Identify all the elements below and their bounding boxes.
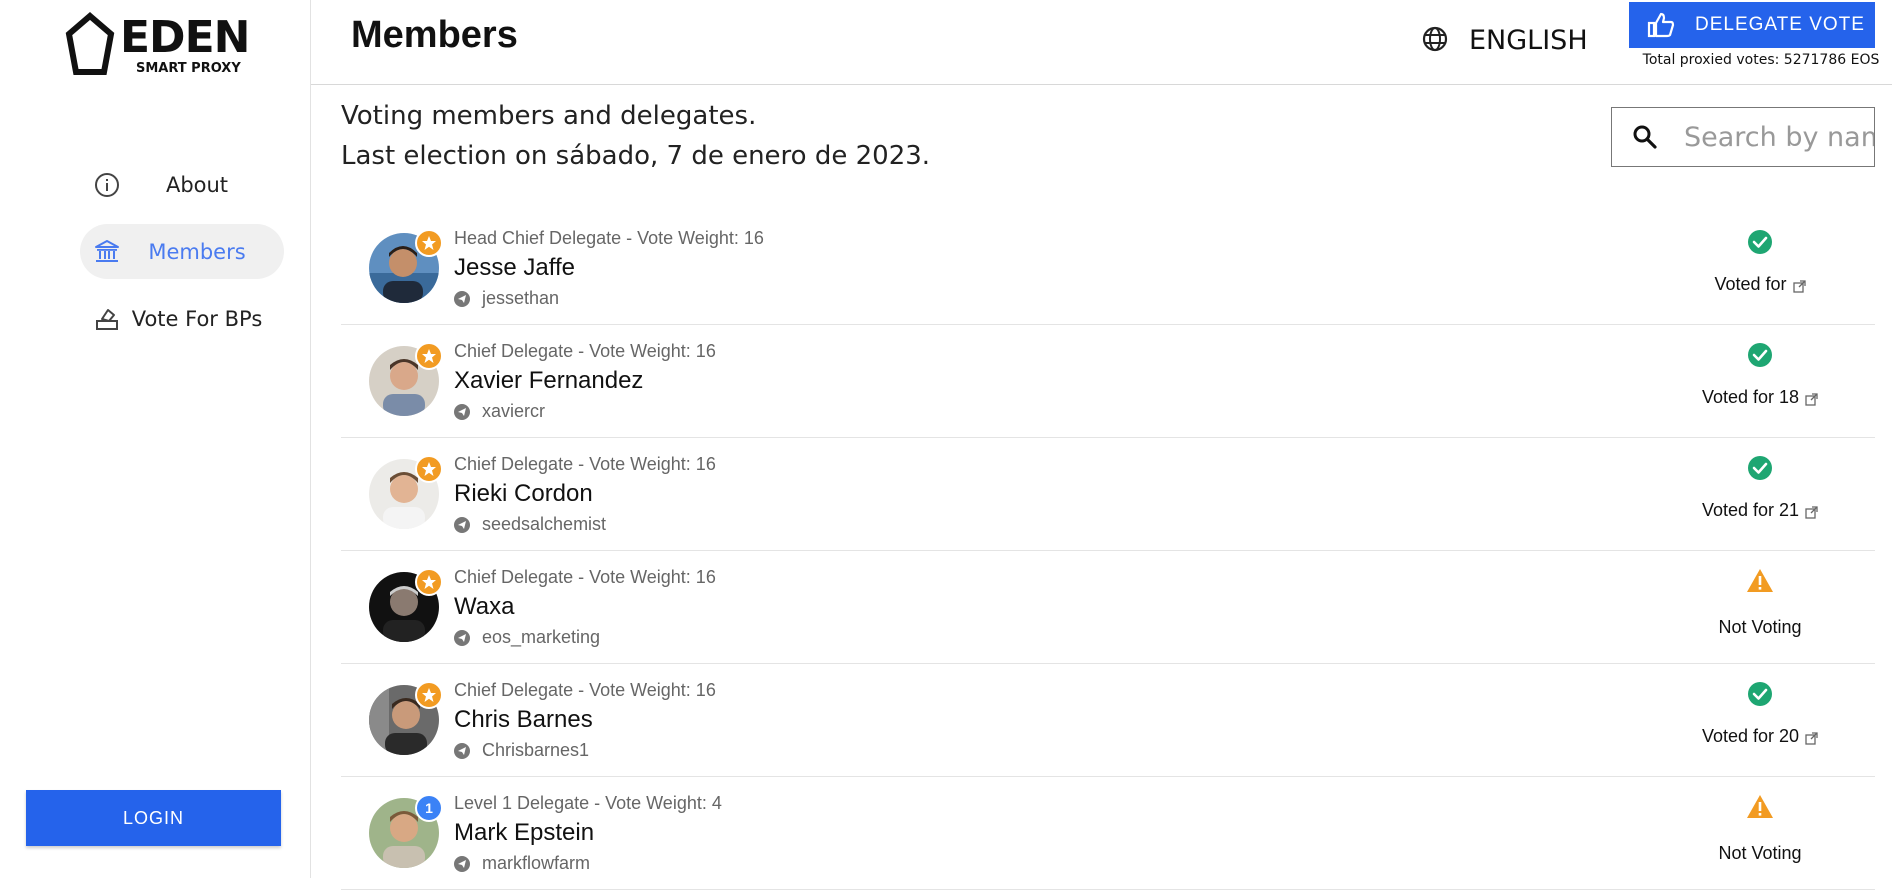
member-role: Chief Delegate - Vote Weight: 16 (454, 680, 716, 700)
language-label: ENGLISH (1469, 24, 1588, 56)
voted-for-link[interactable]: Voted for 18 (1645, 387, 1875, 408)
member-row[interactable]: Head Chief Delegate - Vote Weight: 16 Je… (341, 212, 1875, 325)
level-1-badge: 1 (415, 794, 443, 822)
vote-status-text: Voted for 20 (1701, 726, 1800, 746)
logo-wordmark: EDEN (120, 12, 250, 63)
member-name: Rieki Cordon (454, 480, 593, 507)
member-name: Chris Barnes (454, 706, 593, 733)
external-link-icon (1805, 732, 1818, 745)
check-circle-icon (1746, 454, 1774, 482)
vote-status: Not Voting (1645, 551, 1875, 663)
telegram-icon (454, 290, 470, 307)
intro-text: Voting members and delegates. Last elect… (341, 96, 930, 176)
eden-logo[interactable]: EDEN SMART PROXY (64, 12, 250, 80)
info-icon (93, 171, 121, 199)
telegram-handle: eos_marketing (482, 627, 601, 647)
member-name: Xavier Fernandez (454, 367, 644, 394)
login-button[interactable]: LOGIN (26, 790, 281, 846)
sidebar-item-vote-for-bps[interactable]: Vote For BPs (80, 291, 284, 346)
sidebar: EDEN SMART PROXY About Members Vote For … (0, 0, 311, 878)
member-role: Chief Delegate - Vote Weight: 16 (454, 454, 716, 474)
vote-status-text: Not Voting (1718, 843, 1802, 863)
last-election-date: Last election on sábado, 7 de enero de 2… (341, 141, 931, 171)
vote-status-text: Voted for (1714, 274, 1787, 294)
chief-delegate-star-badge (415, 229, 443, 257)
intro-line-1: Voting members and delegates. (341, 101, 757, 131)
member-row[interactable]: Chief Delegate - Vote Weight: 16 Chris B… (341, 664, 1875, 777)
chief-delegate-star-badge (415, 681, 443, 709)
telegram-icon (454, 516, 470, 533)
total-proxied-votes: Total proxied votes: 5271786 EOS (1642, 52, 1880, 68)
sidebar-item-members[interactable]: Members (80, 224, 284, 279)
globe-icon (1421, 25, 1451, 55)
page-title: Members (351, 14, 518, 56)
pentagon-logo-icon (65, 12, 115, 75)
sidebar-nav: About Members Vote For BPs (80, 157, 284, 358)
logo-subtitle: SMART PROXY (136, 61, 241, 76)
voted-for-link[interactable]: Voted for (1645, 274, 1875, 295)
member-row[interactable]: Chief Delegate - Vote Weight: 16 Rieki C… (341, 438, 1875, 551)
member-row[interactable]: Chief Delegate - Vote Weight: 16 Xavier … (341, 325, 1875, 438)
voted-for-link[interactable]: Voted for 21 (1645, 500, 1875, 521)
member-row[interactable]: Chief Delegate - Vote Weight: 16 Waxa eo… (341, 551, 1875, 664)
telegram-icon (454, 855, 470, 872)
member-name: Mark Epstein (454, 819, 595, 846)
telegram-handle: Chrisbarnes1 (482, 740, 590, 760)
telegram-handle-link[interactable]: Chrisbarnes1 (454, 740, 589, 761)
external-link-icon (1805, 506, 1818, 519)
voted-for-link[interactable]: Voted for 20 (1645, 726, 1875, 747)
vote-status: Voted for 20 (1645, 664, 1875, 776)
telegram-handle-link[interactable]: seedsalchemist (454, 514, 606, 535)
vote-status-text: Voted for 21 (1701, 500, 1800, 520)
telegram-handle-link[interactable]: markflowfarm (454, 853, 590, 874)
search-box (1611, 107, 1876, 167)
bank-icon (93, 238, 121, 266)
check-circle-icon (1746, 341, 1774, 369)
external-link-icon (1805, 393, 1818, 406)
vote-status: Voted for (1645, 212, 1875, 324)
thumbs-up-icon (1647, 11, 1675, 39)
telegram-icon (454, 403, 470, 420)
vote-status: Voted for 18 (1645, 325, 1875, 437)
member-role: Chief Delegate - Vote Weight: 16 (454, 341, 716, 361)
vote-status-label: Not Voting (1645, 617, 1875, 638)
chief-delegate-star-badge (415, 568, 443, 596)
vote-status: Voted for 21 (1645, 438, 1875, 550)
telegram-handle: jessethan (482, 288, 560, 308)
sidebar-item-about[interactable]: About (80, 157, 284, 212)
vote-status: Not Voting (1645, 777, 1875, 889)
telegram-icon (454, 629, 470, 646)
vote-status-label: Not Voting (1645, 843, 1875, 864)
members-list: Head Chief Delegate - Vote Weight: 16 Je… (341, 212, 1875, 890)
member-role: Chief Delegate - Vote Weight: 16 (454, 567, 716, 587)
telegram-handle-link[interactable]: xaviercr (454, 401, 545, 422)
top-header: Members ENGLISH DELEGATE VOTE Total prox… (311, 0, 1892, 85)
telegram-handle-link[interactable]: jessethan (454, 288, 559, 309)
check-circle-icon (1746, 680, 1774, 708)
delegate-vote-button[interactable]: DELEGATE VOTE (1629, 2, 1875, 48)
warning-icon (1746, 567, 1774, 595)
vote-status-text: Voted for 18 (1701, 387, 1800, 407)
chief-delegate-star-badge (415, 342, 443, 370)
telegram-handle: xaviercr (482, 401, 546, 421)
delegate-vote-label: DELEGATE VOTE (1695, 14, 1865, 35)
member-row[interactable]: 1 Level 1 Delegate - Vote Weight: 4 Mark… (341, 777, 1875, 890)
search-icon (1632, 124, 1658, 150)
vote-status-text: Not Voting (1718, 617, 1802, 637)
member-name: Jesse Jaffe (454, 254, 575, 281)
telegram-handle: seedsalchemist (482, 514, 607, 534)
ballot-icon (93, 305, 121, 333)
warning-icon (1746, 793, 1774, 821)
member-name: Waxa (454, 593, 515, 620)
telegram-icon (454, 742, 470, 759)
member-role: Level 1 Delegate - Vote Weight: 4 (454, 793, 722, 813)
telegram-handle: markflowfarm (482, 853, 591, 873)
telegram-handle-link[interactable]: eos_marketing (454, 627, 600, 648)
language-selector[interactable]: ENGLISH (1421, 20, 1588, 60)
check-circle-icon (1746, 228, 1774, 256)
search-input[interactable] (1682, 120, 1876, 154)
member-role: Head Chief Delegate - Vote Weight: 16 (454, 228, 764, 248)
chief-delegate-star-badge (415, 455, 443, 483)
external-link-icon (1792, 280, 1806, 293)
